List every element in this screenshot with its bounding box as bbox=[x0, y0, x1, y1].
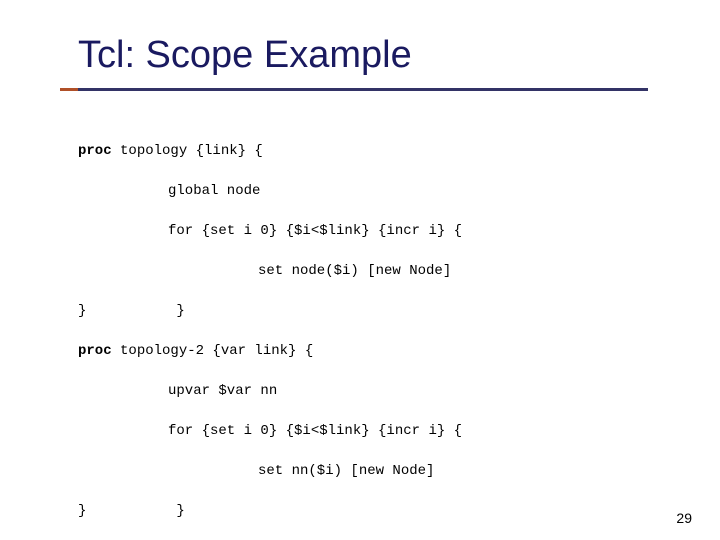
page-number: 29 bbox=[676, 510, 692, 526]
code-line: for {set i 0} {$i<$link} {incr i} { bbox=[78, 224, 462, 238]
keyword-proc: proc bbox=[78, 143, 112, 159]
code-line: }} bbox=[78, 504, 462, 518]
code-text: } bbox=[78, 503, 86, 519]
code-line: set node($i) [new Node] bbox=[78, 264, 462, 278]
code-text: } bbox=[78, 303, 86, 319]
code-line: global node bbox=[78, 184, 462, 198]
code-text: topology-2 {var link} { bbox=[112, 343, 314, 359]
keyword-proc: proc bbox=[78, 343, 112, 359]
code-line: for {set i 0} {$i<$link} {incr i} { bbox=[78, 424, 462, 438]
code-block: proc topology {link} { global node for {… bbox=[78, 130, 462, 540]
code-line: }} bbox=[78, 304, 462, 318]
title-accent-bar bbox=[60, 88, 78, 91]
code-text: topology {link} { bbox=[112, 143, 263, 159]
code-line: upvar $var nn bbox=[78, 384, 462, 398]
slide: Tcl: Scope Example proc topology {link} … bbox=[0, 0, 720, 540]
code-line: proc topology-2 {var link} { bbox=[78, 344, 462, 358]
code-text: } bbox=[86, 504, 184, 518]
slide-title: Tcl: Scope Example bbox=[78, 34, 412, 77]
code-line: set nn($i) [new Node] bbox=[78, 464, 462, 478]
title-underline bbox=[78, 88, 648, 91]
code-line: proc topology {link} { bbox=[78, 144, 462, 158]
code-text: } bbox=[86, 304, 184, 318]
